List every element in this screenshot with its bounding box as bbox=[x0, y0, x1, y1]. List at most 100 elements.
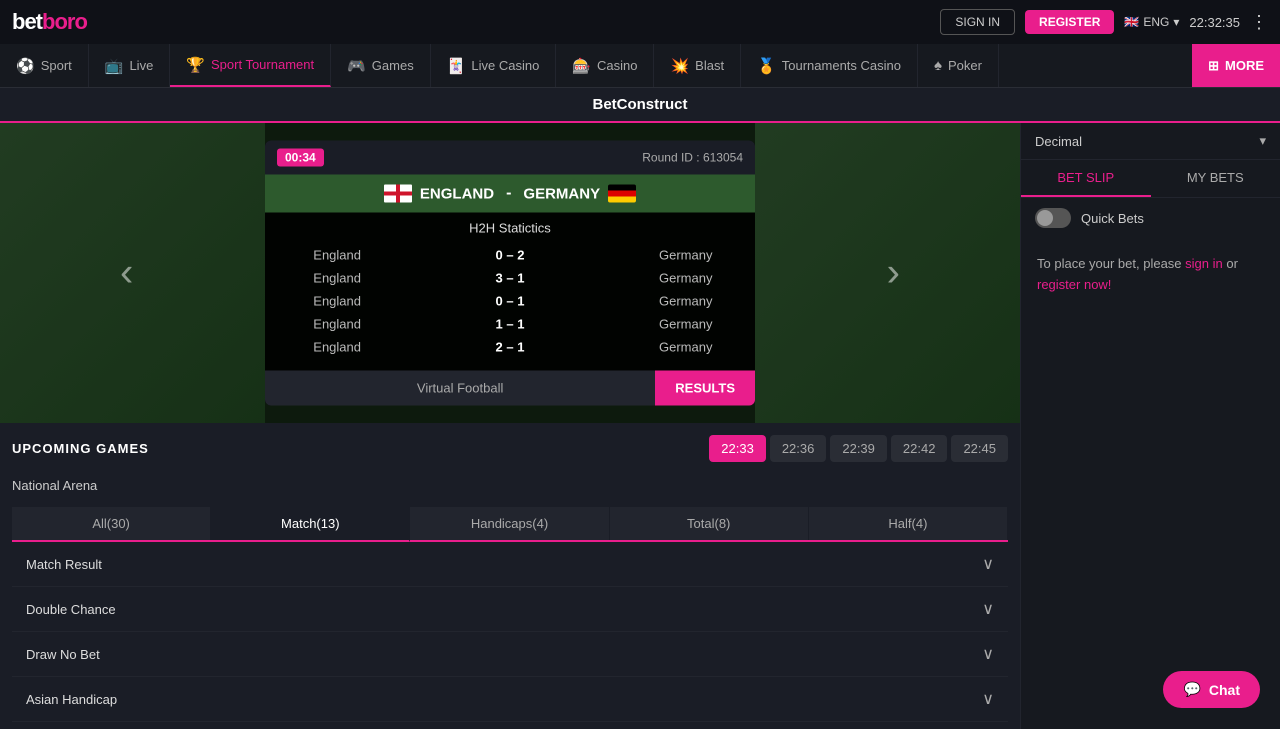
nav-item-poker[interactable]: ♠ Poker bbox=[918, 44, 999, 87]
next-match-button[interactable]: › bbox=[887, 251, 900, 296]
germany-flag bbox=[608, 185, 636, 203]
nav-item-sport-tournament[interactable]: 🏆 Sport Tournament bbox=[170, 44, 331, 87]
quick-bets-row: Quick Bets bbox=[1021, 198, 1280, 238]
h2h-row-3: England 0 – 1 Germany bbox=[281, 290, 739, 313]
nav-item-live[interactable]: 📺 Live bbox=[89, 44, 171, 87]
main-nav: ⚽ Sport 📺 Live 🏆 Sport Tournament 🎮 Game… bbox=[0, 44, 1280, 88]
time-slot-3[interactable]: 22:42 bbox=[891, 435, 948, 462]
chat-icon: 💬 bbox=[1183, 681, 1200, 698]
h2h-row-1: England 0 – 2 Germany bbox=[281, 244, 739, 267]
nav-item-casino[interactable]: 🎰 Casino bbox=[556, 44, 654, 87]
nav-item-tournaments-casino[interactable]: 🏅 Tournaments Casino bbox=[741, 44, 918, 87]
register-link[interactable]: register now! bbox=[1037, 277, 1111, 292]
nav-label-tournaments-casino: Tournaments Casino bbox=[782, 58, 901, 73]
tab-match[interactable]: Match(13) bbox=[211, 507, 410, 542]
results-button[interactable]: RESULTS bbox=[655, 371, 755, 406]
market-row-draw-no-bet[interactable]: Draw No Bet ∨ bbox=[12, 632, 1008, 677]
upcoming-header: UPCOMING GAMES 22:33 22:36 22:39 22:42 2… bbox=[12, 435, 1008, 462]
topbar: betboro SIGN IN REGISTER 🇬🇧 ENG ▾ 22:32:… bbox=[0, 0, 1280, 44]
chevron-down-icon: ∨ bbox=[982, 554, 994, 574]
team-right-name: GERMANY bbox=[523, 185, 600, 202]
live-casino-icon: 🃏 bbox=[447, 57, 466, 75]
time-display: 22:32:35 bbox=[1189, 15, 1240, 30]
tab-half[interactable]: Half(4) bbox=[809, 507, 1008, 540]
language-label: ENG bbox=[1143, 15, 1169, 29]
logo[interactable]: betboro bbox=[12, 9, 87, 35]
nav-label-games: Games bbox=[372, 58, 414, 73]
signin-button[interactable]: SIGN IN bbox=[940, 9, 1015, 35]
time-slots: 22:33 22:36 22:39 22:42 22:45 bbox=[709, 435, 1008, 462]
nav-label-sport: Sport bbox=[41, 58, 72, 73]
or-text: or bbox=[1223, 256, 1238, 271]
sub-header: BetConstruct bbox=[0, 88, 1280, 123]
bet-slip-tab[interactable]: BET SLIP bbox=[1021, 160, 1151, 197]
tab-total[interactable]: Total(8) bbox=[610, 507, 809, 540]
team-left: ENGLAND bbox=[384, 185, 494, 203]
nav-label-poker: Poker bbox=[948, 58, 982, 73]
virtual-bar: Virtual Football RESULTS bbox=[265, 371, 755, 406]
my-bets-tab[interactable]: MY BETS bbox=[1151, 160, 1280, 197]
nav-item-games[interactable]: 🎮 Games bbox=[331, 44, 431, 87]
chat-label: Chat bbox=[1209, 682, 1240, 698]
market-row-double-chance[interactable]: Double Chance ∨ bbox=[12, 587, 1008, 632]
games-icon: 🎮 bbox=[347, 57, 366, 75]
register-button[interactable]: REGISTER bbox=[1025, 10, 1114, 34]
time-slot-2[interactable]: 22:39 bbox=[830, 435, 887, 462]
tab-handicaps[interactable]: Handicaps(4) bbox=[410, 507, 609, 540]
bet-info-text: To place your bet, please bbox=[1037, 256, 1185, 271]
chat-button[interactable]: 💬 Chat bbox=[1163, 671, 1260, 708]
content-area: ‹ › 00:34 Round ID : 613054 ENGLAND - GE… bbox=[0, 123, 1020, 729]
chevron-down-icon: ▾ bbox=[1173, 15, 1179, 29]
decimal-label: Decimal bbox=[1035, 134, 1082, 149]
nav-label-sport-tournament: Sport Tournament bbox=[211, 57, 314, 72]
grid-icon: ⊞ bbox=[1208, 58, 1219, 74]
nav-label-casino: Casino bbox=[597, 58, 637, 73]
round-id: Round ID : 613054 bbox=[642, 151, 743, 165]
team-right: GERMANY bbox=[523, 185, 636, 203]
market-tabs: All(30) Match(13) Handicaps(4) Total(8) … bbox=[12, 507, 1008, 542]
market-row-asian-handicap[interactable]: Asian Handicap ∨ bbox=[12, 677, 1008, 722]
chevron-down-icon: ∨ bbox=[982, 689, 994, 709]
time-slot-0[interactable]: 22:33 bbox=[709, 435, 766, 462]
nav-item-sport[interactable]: ⚽ Sport bbox=[0, 44, 89, 87]
match-timer: 00:34 bbox=[277, 149, 324, 167]
vs-separator: - bbox=[506, 185, 511, 203]
h2h-row-5: England 2 – 1 Germany bbox=[281, 336, 739, 359]
nav-item-blast[interactable]: 💥 Blast bbox=[654, 44, 741, 87]
sub-header-title: BetConstruct bbox=[592, 96, 687, 113]
nav-label-blast: Blast bbox=[695, 58, 724, 73]
england-flag bbox=[384, 185, 412, 203]
bet-info: To place your bet, please sign in or reg… bbox=[1021, 238, 1280, 312]
nav-more-label: MORE bbox=[1225, 58, 1264, 73]
sign-in-link[interactable]: sign in bbox=[1185, 256, 1223, 271]
topbar-right: SIGN IN REGISTER 🇬🇧 ENG ▾ 22:32:35 ⋮ bbox=[940, 9, 1268, 35]
language-selector[interactable]: 🇬🇧 ENG ▾ bbox=[1124, 15, 1179, 29]
video-section: ‹ › 00:34 Round ID : 613054 ENGLAND - GE… bbox=[0, 123, 1020, 423]
virtual-football-label[interactable]: Virtual Football bbox=[265, 371, 655, 406]
match-header: 00:34 Round ID : 613054 bbox=[265, 141, 755, 175]
live-icon: 📺 bbox=[105, 57, 124, 75]
time-slot-1[interactable]: 22:36 bbox=[770, 435, 827, 462]
h2h-section: H2H Statictics England 0 – 2 Germany Eng… bbox=[265, 213, 755, 371]
chevron-down-icon: ∨ bbox=[982, 599, 994, 619]
market-row-match-result[interactable]: Match Result ∨ bbox=[12, 542, 1008, 587]
nav-item-live-casino[interactable]: 🃏 Live Casino bbox=[431, 44, 557, 87]
more-menu-icon[interactable]: ⋮ bbox=[1250, 12, 1268, 33]
sport-icon: ⚽ bbox=[16, 57, 35, 75]
arena-label: National Arena bbox=[12, 472, 1008, 499]
prev-match-button[interactable]: ‹ bbox=[120, 251, 133, 296]
nav-more-button[interactable]: ⊞ MORE bbox=[1192, 44, 1280, 87]
sport-tournament-icon: 🏆 bbox=[186, 56, 205, 74]
flag-icon: 🇬🇧 bbox=[1124, 15, 1139, 29]
tab-all[interactable]: All(30) bbox=[12, 507, 211, 540]
quick-bets-label: Quick Bets bbox=[1081, 211, 1144, 226]
blast-icon: 💥 bbox=[670, 57, 689, 75]
decimal-selector[interactable]: Decimal ▾ bbox=[1021, 123, 1280, 160]
match-overlay: 00:34 Round ID : 613054 ENGLAND - GERMAN… bbox=[265, 141, 755, 406]
decimal-chevron-icon: ▾ bbox=[1259, 133, 1266, 149]
nav-label-live-casino: Live Casino bbox=[471, 58, 539, 73]
bet-tabs: BET SLIP MY BETS bbox=[1021, 160, 1280, 198]
quick-bets-toggle[interactable] bbox=[1035, 208, 1071, 228]
upcoming-section: UPCOMING GAMES 22:33 22:36 22:39 22:42 2… bbox=[0, 423, 1020, 729]
time-slot-4[interactable]: 22:45 bbox=[951, 435, 1008, 462]
